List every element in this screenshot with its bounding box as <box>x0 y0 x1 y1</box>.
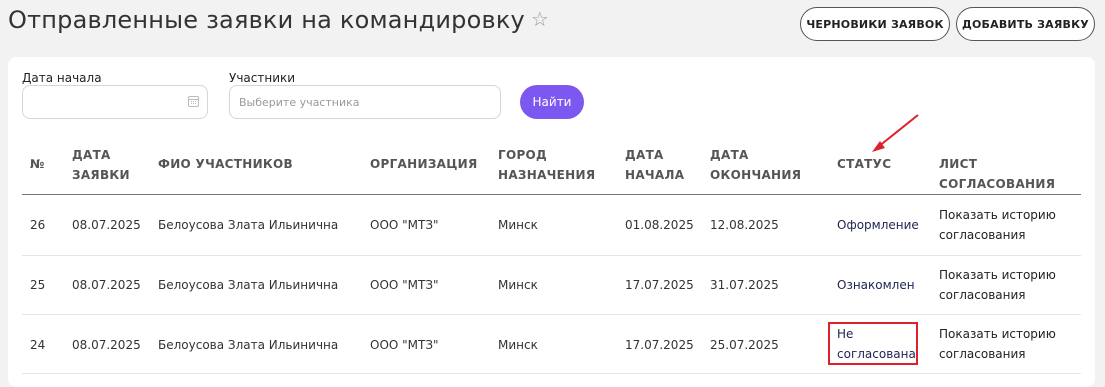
row-3-participants: Белоусова Злата Ильинична <box>158 338 339 352</box>
row-3-approval-link[interactable]: Показать историю согласования <box>939 324 1056 364</box>
col-end-date-line1: ДАТА <box>710 148 749 162</box>
row-2-request-date: 08.07.2025 <box>72 278 141 292</box>
col-organization: ОРГАНИЗАЦИЯ <box>370 157 478 171</box>
row-1-participants: Белоусова Злата Ильинична <box>158 218 339 232</box>
page-title-text: Отправленные заявки на командировку <box>8 6 525 34</box>
row-1-approval-line2: согласования <box>939 228 1026 242</box>
search-button[interactable]: Найти <box>520 85 584 119</box>
col-request-date: ДАТА ЗАЯВКИ <box>72 145 130 185</box>
row-3-number: 24 <box>30 338 46 352</box>
col-city-line1: ГОРОД <box>498 148 548 162</box>
row-divider <box>22 373 1081 374</box>
start-date-input[interactable] <box>22 85 208 119</box>
row-3-request-date: 08.07.2025 <box>72 338 141 352</box>
row-3-city: Минск <box>498 338 538 352</box>
row-2-organization: ООО "МТЗ" <box>370 278 439 292</box>
row-1-end-date: 12.08.2025 <box>710 218 779 232</box>
table-header-divider <box>22 194 1081 195</box>
row-3-end-date: 25.07.2025 <box>710 338 779 352</box>
drafts-button[interactable]: ЧЕРНОВИКИ ЗАЯВОК <box>800 7 950 41</box>
row-1-number: 26 <box>30 218 46 232</box>
col-city-line2: НАЗНАЧЕНИЯ <box>498 168 596 182</box>
col-request-date-line2: ЗАЯВКИ <box>72 168 130 182</box>
row-2-approval-line2: согласования <box>939 288 1026 302</box>
row-2-approval-link[interactable]: Показать историю согласования <box>939 265 1056 305</box>
start-date-label: Дата начала <box>22 71 102 85</box>
col-approval-sheet: ЛИСТ СОГЛАСОВАНИЯ <box>939 157 1056 191</box>
row-2-start-date: 17.07.2025 <box>625 278 694 292</box>
participants-label: Участники <box>229 71 296 85</box>
col-start-date: ДАТА НАЧАЛА <box>625 145 684 185</box>
calendar-icon[interactable] <box>188 96 199 107</box>
row-2-number: 25 <box>30 278 46 292</box>
row-2-end-date: 31.07.2025 <box>710 278 779 292</box>
row-3-start-date: 17.07.2025 <box>625 338 694 352</box>
row-2-approval-line1: Показать историю <box>939 268 1056 282</box>
row-1-approval-line1: Показать историю <box>939 208 1056 222</box>
col-city: ГОРОД НАЗНАЧЕНИЯ <box>498 145 595 185</box>
page-title: Отправленные заявки на командировку ☆ <box>8 6 549 34</box>
row-1-status: Оформление <box>837 218 919 232</box>
col-start-date-line1: ДАТА <box>625 148 664 162</box>
col-end-date: ДАТА ОКОНЧАНИЯ <box>710 145 801 185</box>
row-2-city: Минск <box>498 278 538 292</box>
participants-select[interactable]: Выберите участника <box>229 85 501 119</box>
col-end-date-line2: ОКОНЧАНИЯ <box>710 168 802 182</box>
col-start-date-line2: НАЧАЛА <box>625 168 685 182</box>
status-highlight-box <box>828 322 918 365</box>
col-status: СТАТУС <box>837 157 892 171</box>
col-number: № <box>30 157 45 171</box>
row-1-city: Минск <box>498 218 538 232</box>
row-2-participants: Белоусова Злата Ильинична <box>158 278 339 292</box>
row-3-approval-line2: согласования <box>939 347 1026 361</box>
row-3-approval-line1: Показать историю <box>939 327 1056 341</box>
row-1-approval-link[interactable]: Показать историю согласования <box>939 205 1056 245</box>
row-divider <box>22 255 1081 256</box>
row-3-organization: ООО "МТЗ" <box>370 338 439 352</box>
add-request-button[interactable]: ДОБАВИТЬ ЗАЯВКУ <box>956 7 1095 41</box>
star-icon[interactable]: ☆ <box>531 7 549 31</box>
row-1-request-date: 08.07.2025 <box>72 218 141 232</box>
row-1-start-date: 01.08.2025 <box>625 218 694 232</box>
row-2-status: Ознакомлен <box>837 278 915 292</box>
row-divider <box>22 314 1081 315</box>
col-participants: ФИО УЧАСТНИКОВ <box>158 157 293 171</box>
row-1-organization: ООО "МТЗ" <box>370 218 439 232</box>
col-request-date-line1: ДАТА <box>72 148 111 162</box>
